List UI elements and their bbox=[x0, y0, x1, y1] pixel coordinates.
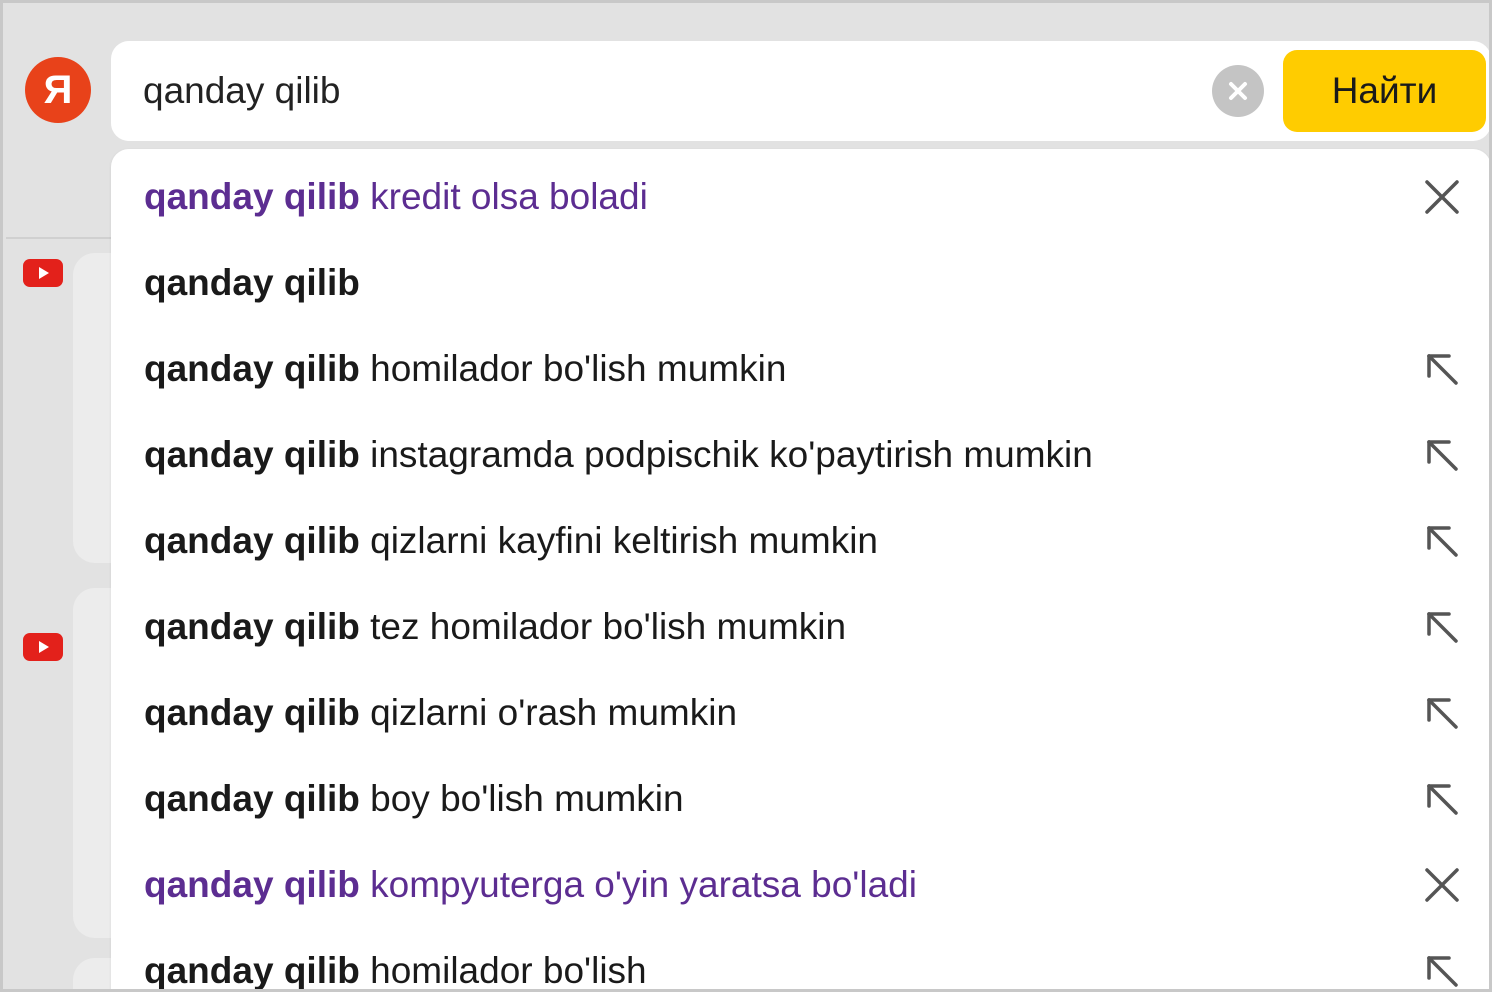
insert-suggestion-button[interactable] bbox=[1419, 604, 1465, 650]
remove-icon bbox=[1425, 180, 1459, 214]
insert-suggestion-button[interactable] bbox=[1419, 948, 1465, 989]
suggestion-prefix: qanday qilib bbox=[144, 606, 360, 647]
insert-suggestion-button[interactable] bbox=[1419, 776, 1465, 822]
suggestion-item[interactable]: qanday qilib bbox=[111, 240, 1489, 326]
search-button[interactable]: Найти bbox=[1283, 50, 1486, 132]
suggestion-prefix: qanday qilib bbox=[144, 176, 360, 217]
insert-arrow-icon bbox=[1427, 354, 1458, 385]
suggestion-text: qanday qilib instagramda podpischik ko'p… bbox=[144, 434, 1093, 476]
suggestion-prefix: qanday qilib bbox=[144, 692, 360, 733]
clear-button[interactable] bbox=[1212, 65, 1264, 117]
suggestion-text: qanday qilib bbox=[144, 262, 360, 304]
search-box: Найти bbox=[111, 41, 1489, 141]
insert-suggestion-button[interactable] bbox=[1419, 690, 1465, 736]
suggestion-text: qanday qilib kompyuterga o'yin yaratsa b… bbox=[144, 864, 917, 906]
suggestion-suffix: kredit olsa boladi bbox=[359, 176, 648, 217]
remove-suggestion-button[interactable] bbox=[1419, 862, 1465, 908]
suggestion-item[interactable]: qanday qilib homilador bo'lish bbox=[111, 928, 1489, 991]
youtube-icon[interactable] bbox=[23, 259, 63, 287]
page-frame: Я Найти qanday qilib kredit olsa boladiq… bbox=[0, 0, 1492, 992]
suggestion-prefix: qanday qilib bbox=[144, 778, 360, 819]
insert-suggestion-button[interactable] bbox=[1419, 432, 1465, 478]
suggestion-item[interactable]: qanday qilib kredit olsa boladi bbox=[111, 154, 1489, 240]
insert-suggestion-button[interactable] bbox=[1419, 518, 1465, 564]
suggestion-text: qanday qilib qizlarni o'rash mumkin bbox=[144, 692, 737, 734]
search-button-label: Найти bbox=[1331, 70, 1438, 111]
suggestion-item[interactable]: qanday qilib qizlarni kayfini keltirish … bbox=[111, 498, 1489, 584]
remove-icon bbox=[1425, 868, 1459, 902]
suggestion-text: qanday qilib homilador bo'lish mumkin bbox=[144, 348, 786, 390]
insert-suggestion-button[interactable] bbox=[1419, 346, 1465, 392]
insert-arrow-icon bbox=[1427, 784, 1458, 815]
suggestion-suffix: boy bo'lish mumkin bbox=[359, 778, 684, 819]
header-divider bbox=[6, 237, 116, 239]
suggestion-text: qanday qilib homilador bo'lish bbox=[144, 950, 647, 991]
suggestion-item[interactable]: qanday qilib tez homilador bo'lish mumki… bbox=[111, 584, 1489, 670]
suggestion-suffix: tez homilador bo'lish mumkin bbox=[359, 606, 847, 647]
suggestion-item[interactable]: qanday qilib kompyuterga o'yin yaratsa b… bbox=[111, 842, 1489, 928]
suggestion-text: qanday qilib boy bo'lish mumkin bbox=[144, 778, 684, 820]
suggestion-text: qanday qilib kredit olsa boladi bbox=[144, 176, 648, 218]
suggestion-item[interactable]: qanday qilib homilador bo'lish mumkin bbox=[111, 326, 1489, 412]
suggestion-suffix: homilador bo'lish mumkin bbox=[359, 348, 787, 389]
insert-arrow-icon bbox=[1427, 956, 1458, 987]
suggestion-suffix: kompyuterga o'yin yaratsa bo'ladi bbox=[359, 864, 917, 905]
youtube-icon[interactable] bbox=[23, 633, 63, 661]
suggestions-dropdown: qanday qilib kredit olsa boladi qanday qi… bbox=[111, 149, 1489, 991]
insert-arrow-icon bbox=[1427, 440, 1458, 471]
suggestion-prefix: qanday qilib bbox=[144, 950, 360, 991]
insert-arrow-icon bbox=[1427, 612, 1458, 643]
suggestion-prefix: qanday qilib bbox=[144, 520, 360, 561]
clear-icon bbox=[1229, 82, 1247, 100]
suggestion-item[interactable]: qanday qilib boy bo'lish mumkin bbox=[111, 756, 1489, 842]
suggestion-suffix: homilador bo'lish bbox=[359, 950, 647, 991]
suggestion-prefix: qanday qilib bbox=[144, 348, 360, 389]
suggestion-suffix: qizlarni kayfini keltirish mumkin bbox=[359, 520, 879, 561]
suggestion-item[interactable]: qanday qilib qizlarni o'rash mumkin bbox=[111, 670, 1489, 756]
suggestion-text: qanday qilib tez homilador bo'lish mumki… bbox=[144, 606, 846, 648]
suggestion-prefix: qanday qilib bbox=[144, 262, 360, 303]
suggestion-suffix: qizlarni o'rash mumkin bbox=[359, 692, 738, 733]
suggestion-item[interactable]: qanday qilib instagramda podpischik ko'p… bbox=[111, 412, 1489, 498]
suggestion-text: qanday qilib qizlarni kayfini keltirish … bbox=[144, 520, 878, 562]
logo-letter: Я bbox=[43, 67, 73, 112]
remove-suggestion-button[interactable] bbox=[1419, 174, 1465, 220]
insert-arrow-icon bbox=[1427, 698, 1458, 729]
insert-arrow-icon bbox=[1427, 526, 1458, 557]
suggestion-suffix: instagramda podpischik ko'paytirish mumk… bbox=[359, 434, 1093, 475]
search-input[interactable] bbox=[143, 63, 1193, 119]
suggestion-prefix: qanday qilib bbox=[144, 434, 360, 475]
yandex-logo[interactable]: Я bbox=[25, 57, 91, 123]
suggestion-prefix: qanday qilib bbox=[144, 864, 360, 905]
